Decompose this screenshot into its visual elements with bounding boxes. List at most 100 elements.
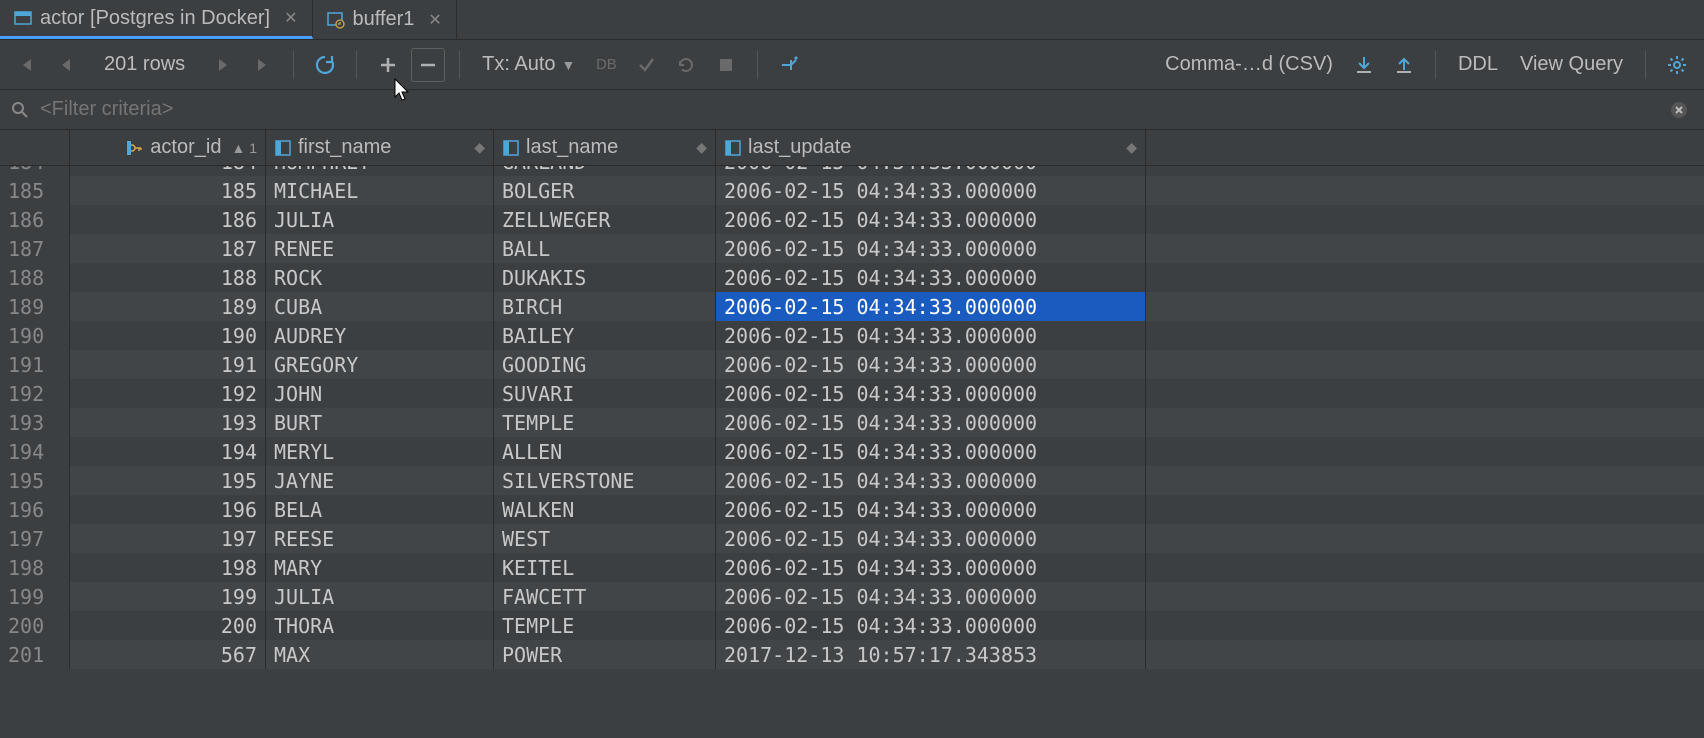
row-gutter[interactable]: 190 [0, 321, 70, 350]
cell[interactable]: 2006-02-15 04:34:33.000000 [716, 495, 1146, 524]
table-row[interactable]: 184184HUMPHREYGARLAND2006-02-15 04:34:33… [0, 166, 1704, 176]
cell[interactable]: TEMPLE [494, 611, 716, 640]
table-row[interactable]: 197197REESEWEST2006-02-15 04:34:33.00000… [0, 524, 1704, 553]
cell[interactable]: 191 [70, 350, 266, 379]
ddl-button[interactable]: DDL [1450, 53, 1506, 76]
cell[interactable]: 2006-02-15 04:34:33.000000 [716, 166, 1146, 176]
tab-actor[interactable]: actor [Postgres in Docker] ✕ [0, 0, 313, 39]
table-row[interactable]: 196196BELAWALKEN2006-02-15 04:34:33.0000… [0, 495, 1704, 524]
cell[interactable]: MICHAEL [266, 176, 494, 205]
cell[interactable]: THORA [266, 611, 494, 640]
row-gutter[interactable]: 197 [0, 524, 70, 553]
tx-mode-dropdown[interactable]: Tx: Auto ▼ [474, 53, 583, 76]
row-gutter[interactable]: 195 [0, 466, 70, 495]
column-header-last-name[interactable]: last_name ◆ [494, 130, 716, 165]
export-format-dropdown[interactable]: Comma-…d (CSV) [1157, 53, 1341, 76]
cell[interactable]: MERYL [266, 437, 494, 466]
cell[interactable]: WALKEN [494, 495, 716, 524]
cell[interactable]: 2006-02-15 04:34:33.000000 [716, 234, 1146, 263]
cell[interactable]: 2006-02-15 04:34:33.000000 [716, 437, 1146, 466]
cell[interactable]: CUBA [266, 292, 494, 321]
cell[interactable]: JULIA [266, 582, 494, 611]
table-row[interactable]: 187187RENEEBALL2006-02-15 04:34:33.00000… [0, 234, 1704, 263]
row-gutter[interactable]: 201 [0, 640, 70, 669]
cell[interactable]: 193 [70, 408, 266, 437]
cell[interactable]: GREGORY [266, 350, 494, 379]
cell[interactable]: GARLAND [494, 166, 716, 176]
settings-button[interactable] [1660, 48, 1694, 82]
cell[interactable]: 188 [70, 263, 266, 292]
cell[interactable]: REESE [266, 524, 494, 553]
cell[interactable]: AUDREY [266, 321, 494, 350]
table-row[interactable]: 198198MARYKEITEL2006-02-15 04:34:33.0000… [0, 553, 1704, 582]
table-row[interactable]: 188188ROCKDUKAKIS2006-02-15 04:34:33.000… [0, 263, 1704, 292]
cell[interactable]: POWER [494, 640, 716, 669]
cell[interactable]: WEST [494, 524, 716, 553]
cell[interactable]: JOHN [266, 379, 494, 408]
cell[interactable]: BELA [266, 495, 494, 524]
stop-button[interactable] [709, 48, 743, 82]
last-page-button[interactable] [245, 48, 279, 82]
cell[interactable]: 198 [70, 553, 266, 582]
cell[interactable]: 567 [70, 640, 266, 669]
cell[interactable]: 2006-02-15 04:34:33.000000 [716, 292, 1146, 321]
cell[interactable]: DUKAKIS [494, 263, 716, 292]
row-gutter[interactable]: 196 [0, 495, 70, 524]
table-row[interactable]: 186186JULIAZELLWEGER2006-02-15 04:34:33.… [0, 205, 1704, 234]
cell[interactable]: 192 [70, 379, 266, 408]
row-gutter[interactable]: 194 [0, 437, 70, 466]
cell[interactable]: MAX [266, 640, 494, 669]
cell[interactable]: HUMPHREY [266, 166, 494, 176]
cell[interactable]: JULIA [266, 205, 494, 234]
cell[interactable]: 2006-02-15 04:34:33.000000 [716, 205, 1146, 234]
cell[interactable]: RENEE [266, 234, 494, 263]
table-row[interactable]: 199199JULIAFAWCETT2006-02-15 04:34:33.00… [0, 582, 1704, 611]
cell[interactable]: 187 [70, 234, 266, 263]
row-gutter[interactable]: 185 [0, 176, 70, 205]
row-gutter[interactable]: 186 [0, 205, 70, 234]
cell[interactable]: KEITEL [494, 553, 716, 582]
cell[interactable]: SILVERSTONE [494, 466, 716, 495]
cell[interactable]: 200 [70, 611, 266, 640]
table-row[interactable]: 200200THORATEMPLE2006-02-15 04:34:33.000… [0, 611, 1704, 640]
cell[interactable]: GOODING [494, 350, 716, 379]
cell[interactable]: 186 [70, 205, 266, 234]
remove-row-button[interactable] [411, 48, 445, 82]
export-down-button[interactable] [1347, 48, 1381, 82]
reload-button[interactable] [308, 48, 342, 82]
import-up-button[interactable] [1387, 48, 1421, 82]
table-row[interactable]: 191191GREGORYGOODING2006-02-15 04:34:33.… [0, 350, 1704, 379]
cell[interactable]: ALLEN [494, 437, 716, 466]
cell[interactable]: 2006-02-15 04:34:33.000000 [716, 524, 1146, 553]
view-query-button[interactable]: View Query [1512, 53, 1631, 76]
row-gutter[interactable]: 192 [0, 379, 70, 408]
row-gutter[interactable]: 184 [0, 166, 70, 176]
cell[interactable]: 2006-02-15 04:34:33.000000 [716, 379, 1146, 408]
cell[interactable]: MARY [266, 553, 494, 582]
cell[interactable]: JAYNE [266, 466, 494, 495]
cell[interactable]: 196 [70, 495, 266, 524]
cell[interactable]: 2006-02-15 04:34:33.000000 [716, 176, 1146, 205]
cell[interactable]: FAWCETT [494, 582, 716, 611]
table-row[interactable]: 189189CUBABIRCH2006-02-15 04:34:33.00000… [0, 292, 1704, 321]
row-gutter[interactable]: 199 [0, 582, 70, 611]
pin-button[interactable] [772, 48, 806, 82]
table-row[interactable]: 195195JAYNESILVERSTONE2006-02-15 04:34:3… [0, 466, 1704, 495]
cell[interactable]: 2006-02-15 04:34:33.000000 [716, 553, 1146, 582]
cell[interactable]: 2006-02-15 04:34:33.000000 [716, 582, 1146, 611]
cell[interactable]: 2006-02-15 04:34:33.000000 [716, 350, 1146, 379]
rollback-button[interactable] [669, 48, 703, 82]
cell[interactable]: 194 [70, 437, 266, 466]
cell[interactable]: BOLGER [494, 176, 716, 205]
cell[interactable]: BURT [266, 408, 494, 437]
cell[interactable]: BAILEY [494, 321, 716, 350]
prev-page-button[interactable] [50, 48, 84, 82]
cell[interactable]: 2006-02-15 04:34:33.000000 [716, 321, 1146, 350]
table-row[interactable]: 185185MICHAELBOLGER2006-02-15 04:34:33.0… [0, 176, 1704, 205]
first-page-button[interactable] [10, 48, 44, 82]
cell[interactable]: 190 [70, 321, 266, 350]
row-gutter[interactable]: 198 [0, 553, 70, 582]
clear-filter-icon[interactable] [1664, 101, 1694, 119]
row-gutter[interactable]: 193 [0, 408, 70, 437]
table-row[interactable]: 201567MAXPOWER2017-12-13 10:57:17.343853 [0, 640, 1704, 669]
